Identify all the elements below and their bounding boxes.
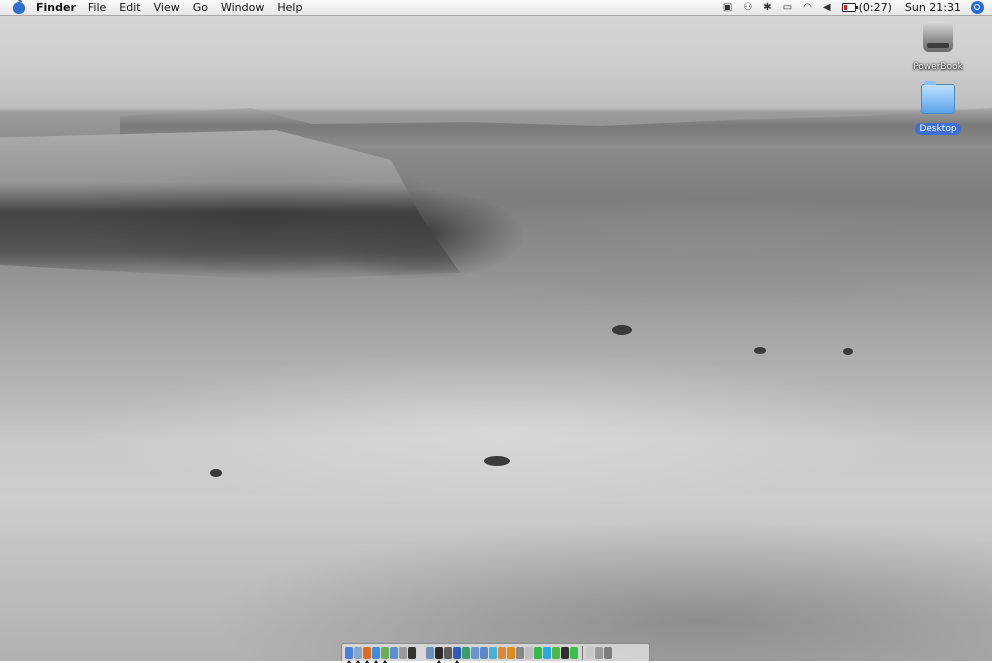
dock-mail-icon[interactable] [354,646,362,663]
dock-activity-icon[interactable] [525,646,533,659]
menu-extras: ▣ ⚇ ✱ ▭ ◠ ◀ (0:27) Sun 21:31 [723,0,992,15]
bluetooth-icon[interactable]: ✱ [763,0,771,15]
menu-window[interactable]: Window [221,0,264,15]
menu-help[interactable]: Help [277,0,302,15]
menu-view[interactable]: View [154,0,180,15]
dock-firefox-icon[interactable] [363,646,371,663]
dock-iphoto-icon[interactable] [399,646,407,659]
dock-textedit-icon[interactable] [417,646,425,659]
wallpaper-rock [210,469,222,477]
dock-quicktime-icon[interactable] [480,646,488,659]
dock-vlc-icon[interactable] [507,646,515,659]
dock-photos-icon[interactable] [498,646,506,659]
battery-time[interactable]: (0:27) [859,1,892,14]
dock-messenger-icon[interactable] [552,646,560,659]
desktop-wallpaper [0,0,992,661]
desktop-icon-label: PowerBook [913,62,963,72]
dock [341,643,650,663]
menu-app-finder[interactable]: Finder [36,0,76,15]
spotlight-icon[interactable] [971,1,984,14]
wallpaper-rock [612,325,632,335]
hard-drive-icon [923,22,953,52]
desktop-icon-desktop-folder[interactable]: Desktop [903,81,973,135]
menu-file[interactable]: File [88,0,106,15]
dock-finder-icon[interactable] [345,646,353,663]
dock-dashboard-icon[interactable] [444,646,452,659]
wallpaper-rock [484,456,510,466]
dock-music-icon[interactable] [471,646,479,659]
dock-utility-icon[interactable] [534,646,542,659]
dock-trash-icon[interactable] [604,646,612,659]
dock-camino-icon[interactable] [435,646,443,663]
menu-clock[interactable]: Sun 21:31 [905,1,961,14]
menu-go[interactable]: Go [193,0,208,15]
dock-downloads-stack-icon[interactable] [595,646,603,659]
dock-skype-icon[interactable] [543,646,551,659]
dock-terminal-icon[interactable] [408,646,416,659]
dock-keynote-icon[interactable] [516,646,524,659]
dock-greendot-icon[interactable] [570,646,578,659]
battery-icon[interactable] [841,3,858,12]
dock-transmission-icon[interactable] [561,646,569,659]
dock-word-icon[interactable] [453,646,461,663]
dock-ichat-icon[interactable] [381,646,389,663]
dock-excel-icon[interactable] [462,646,470,659]
dock-documents-stack-icon[interactable] [586,646,594,659]
menu-bar: Finder File Edit View Go Window Help ▣ ⚇… [0,0,992,16]
wallpaper-rock [843,348,853,355]
volume-icon[interactable]: ◀ [823,0,831,15]
dock-separator [582,645,583,660]
wallpaper-rock [754,347,766,354]
display-icon[interactable]: ▭ [783,0,792,15]
binoculars-icon[interactable]: ⚇ [743,0,752,15]
folder-icon [921,81,955,114]
dock-safari-icon[interactable] [372,646,380,663]
desktop-icon-label: Desktop [915,123,961,135]
apple-menu-icon[interactable] [13,0,25,14]
dock-itunes-icon[interactable] [390,646,398,659]
desktop-icon-powerbook[interactable]: PowerBook [903,22,973,73]
menu-edit[interactable]: Edit [119,0,140,15]
dock-preview-icon[interactable] [426,646,434,659]
wifi-icon[interactable]: ◠ [803,0,812,15]
dock-network-icon[interactable] [489,646,497,659]
timemachine-icon[interactable]: ▣ [723,0,732,15]
